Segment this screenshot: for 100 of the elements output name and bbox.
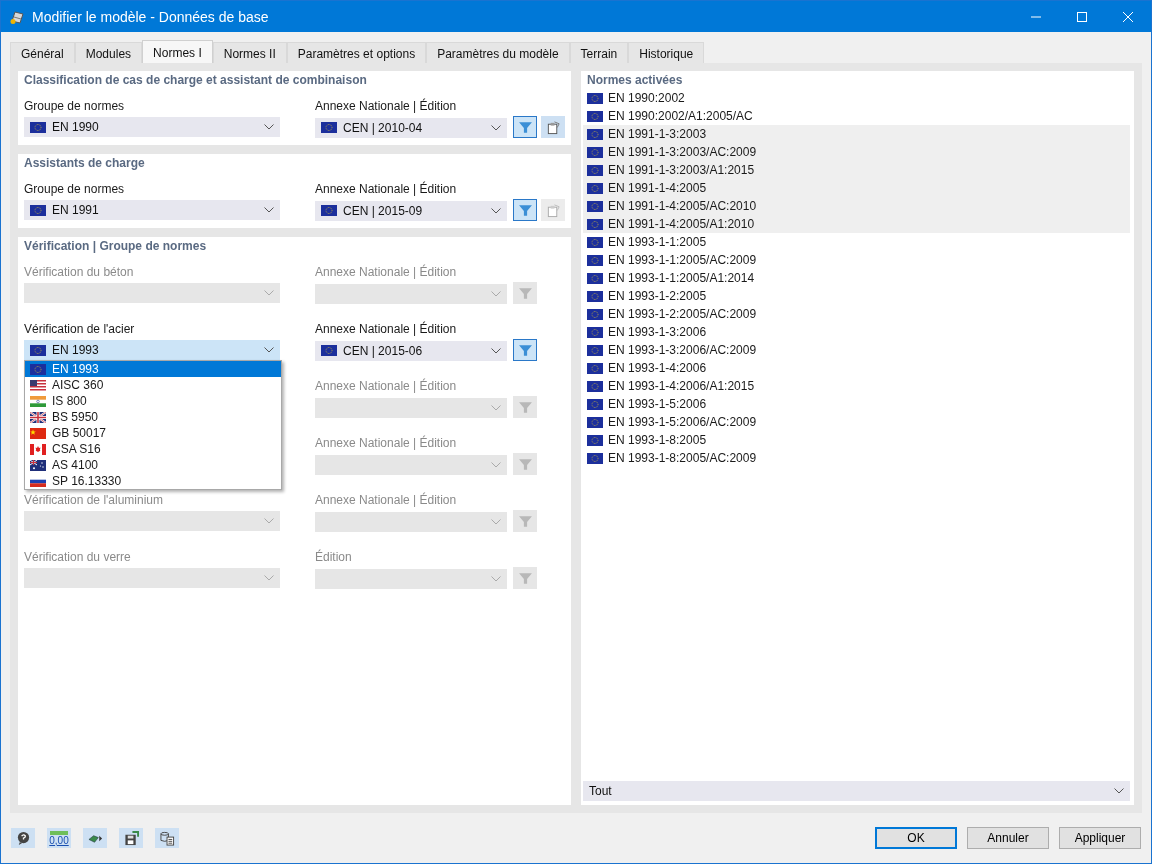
standard-item[interactable]: EN 1993-1-1:2005 (583, 233, 1130, 251)
eu-flag-icon (587, 344, 603, 356)
dropdown-option[interactable]: BS 5950 (25, 409, 281, 425)
standard-item[interactable]: EN 1991-1-3:2003/A1:2015 (583, 161, 1130, 179)
tab[interactable]: Normes II (212, 42, 287, 64)
chevron-down-icon (264, 124, 274, 130)
standard-item[interactable]: EN 1993-1-3:2006 (583, 323, 1130, 341)
filter-icon (517, 570, 533, 586)
standard-item[interactable]: EN 1993-1-8:2005/AC:2009 (583, 449, 1130, 467)
filter-button[interactable] (513, 339, 537, 361)
window-title: Modifier le modèle - Données de base (32, 8, 269, 25)
eu-flag-icon (321, 205, 337, 216)
chevron-down-icon (264, 207, 274, 213)
tab[interactable]: Paramètres et options (286, 42, 427, 64)
standard-item[interactable]: EN 1991-1-3:2003 (583, 125, 1130, 143)
eu-flag-icon (587, 398, 603, 410)
filter-icon (517, 399, 533, 415)
field-label: Groupe de normes (24, 181, 126, 198)
tab[interactable]: Modules (74, 42, 143, 64)
section-title: Assistants de charge (24, 155, 146, 172)
chevron-down-icon (264, 290, 274, 296)
standard-item[interactable]: EN 1993-1-1:2005/AC:2009 (583, 251, 1130, 269)
standard-item[interactable]: EN 1993-1-5:2006/AC:2009 (583, 413, 1130, 431)
standard-item[interactable]: EN 1991-1-3:2003/AC:2009 (583, 143, 1130, 161)
eu-flag-icon (587, 200, 603, 212)
australia-flag-icon (30, 459, 46, 471)
model-button[interactable] (83, 828, 107, 848)
eu-flag-icon (587, 326, 603, 338)
chevron-down-icon (491, 404, 501, 411)
eu-flag-icon (30, 363, 46, 375)
clipboard-icon (545, 119, 561, 135)
chevron-down-icon (491, 124, 501, 131)
standard-item[interactable]: EN 1990:2002/A1:2005/AC (583, 107, 1130, 125)
tab[interactable]: Historique (628, 42, 705, 64)
field-label: Annexe Nationale | Édition (315, 377, 458, 395)
field-label: Annexe Nationale | Édition (315, 320, 458, 338)
dropdown-option[interactable]: IS 800 (25, 393, 281, 409)
eu-flag-icon (587, 146, 603, 158)
dropdown-option[interactable]: EN 1993 (25, 361, 281, 377)
chevron-down-icon (491, 347, 501, 354)
standard-item[interactable]: EN 1993-1-1:2005/A1:2014 (583, 269, 1130, 287)
units-button[interactable]: 0,00 (47, 828, 71, 848)
standard-item[interactable]: EN 1993-1-4:2006/A1:2015 (583, 377, 1130, 395)
standard-item[interactable]: EN 1993-1-3:2006/AC:2009 (583, 341, 1130, 359)
section-title: Normes activées (586, 72, 684, 89)
filter-icon (517, 513, 533, 529)
standard-dropdown[interactable]: EN 1993 (24, 340, 280, 360)
dropdown-option[interactable]: GB 50017 (25, 425, 281, 441)
standard-item[interactable]: EN 1991-1-4:2005 (583, 179, 1130, 197)
dialog-button[interactable]: Appliquer (1059, 827, 1141, 849)
standard-item[interactable]: EN 1993-1-2:2005 (583, 287, 1130, 305)
standard-item[interactable]: EN 1993-1-8:2005 (583, 431, 1130, 449)
app-icon (9, 8, 25, 25)
standard-item[interactable]: EN 1990:2002 (583, 89, 1130, 107)
standard-item[interactable]: EN 1993-1-4:2006 (583, 359, 1130, 377)
annex-dropdown[interactable]: CEN | 2015-06 (315, 340, 507, 361)
help-button[interactable] (11, 828, 35, 848)
clipboard-button[interactable] (541, 116, 565, 138)
canada-flag-icon (30, 443, 46, 455)
save-button[interactable] (119, 828, 143, 848)
standard-dropdown[interactable]: EN 1990 (24, 117, 280, 137)
tab[interactable]: Terrain (569, 42, 629, 64)
filter-button[interactable] (513, 199, 537, 221)
save-icon (123, 830, 139, 846)
chevron-down-icon (491, 575, 501, 582)
dropdown-option[interactable]: AISC 360 (25, 377, 281, 393)
chevron-down-icon (491, 207, 501, 214)
field-label: Vérification du béton (24, 264, 135, 281)
standard-item[interactable]: EN 1993-1-2:2005/AC:2009 (583, 305, 1130, 323)
dropdown-option[interactable]: SP 16.13330 (25, 473, 281, 489)
field-label: Annexe Nationale | Édition (315, 491, 458, 509)
tab[interactable]: Général (10, 42, 75, 64)
annex-dropdown[interactable]: CEN | 2015-09 (315, 200, 507, 221)
field-label: Annexe Nationale | Édition (315, 434, 458, 452)
eu-flag-icon (30, 344, 46, 356)
field-label: Vérification du verre (24, 549, 132, 566)
chevron-down-icon (491, 518, 501, 525)
dialog-button[interactable]: OK (875, 827, 957, 849)
close-icon (1123, 11, 1133, 22)
annex-dropdown[interactable]: CEN | 2010-04 (315, 117, 507, 138)
standard-item[interactable]: EN 1991-1-4:2005/A1:2010 (583, 215, 1130, 233)
tab[interactable]: Paramètres du modèle (426, 42, 570, 64)
standard-dropdown[interactable]: EN 1991 (24, 200, 280, 220)
dialog-button[interactable]: Annuler (967, 827, 1049, 849)
dropdown-option[interactable]: AS 4100 (25, 457, 281, 473)
field-label: Annexe Nationale | Édition (315, 97, 458, 115)
eu-flag-icon (587, 182, 603, 194)
field-label: Vérification de l'aluminium (24, 492, 165, 509)
standard-item[interactable]: EN 1991-1-4:2005/AC:2010 (583, 197, 1130, 215)
chevron-down-icon (1114, 788, 1124, 794)
chevron-down-icon (264, 347, 274, 353)
standard-item[interactable]: EN 1993-1-5:2006 (583, 395, 1130, 413)
filter-button[interactable] (513, 116, 537, 138)
filter-icon (517, 285, 533, 301)
india-flag-icon (30, 395, 46, 407)
dropdown-option[interactable]: CSA S16 (25, 441, 281, 457)
eu-flag-icon (587, 380, 603, 392)
tab[interactable]: Normes I (142, 40, 213, 64)
library-button[interactable] (155, 828, 179, 848)
filter-dropdown[interactable]: Tout (583, 781, 1130, 801)
